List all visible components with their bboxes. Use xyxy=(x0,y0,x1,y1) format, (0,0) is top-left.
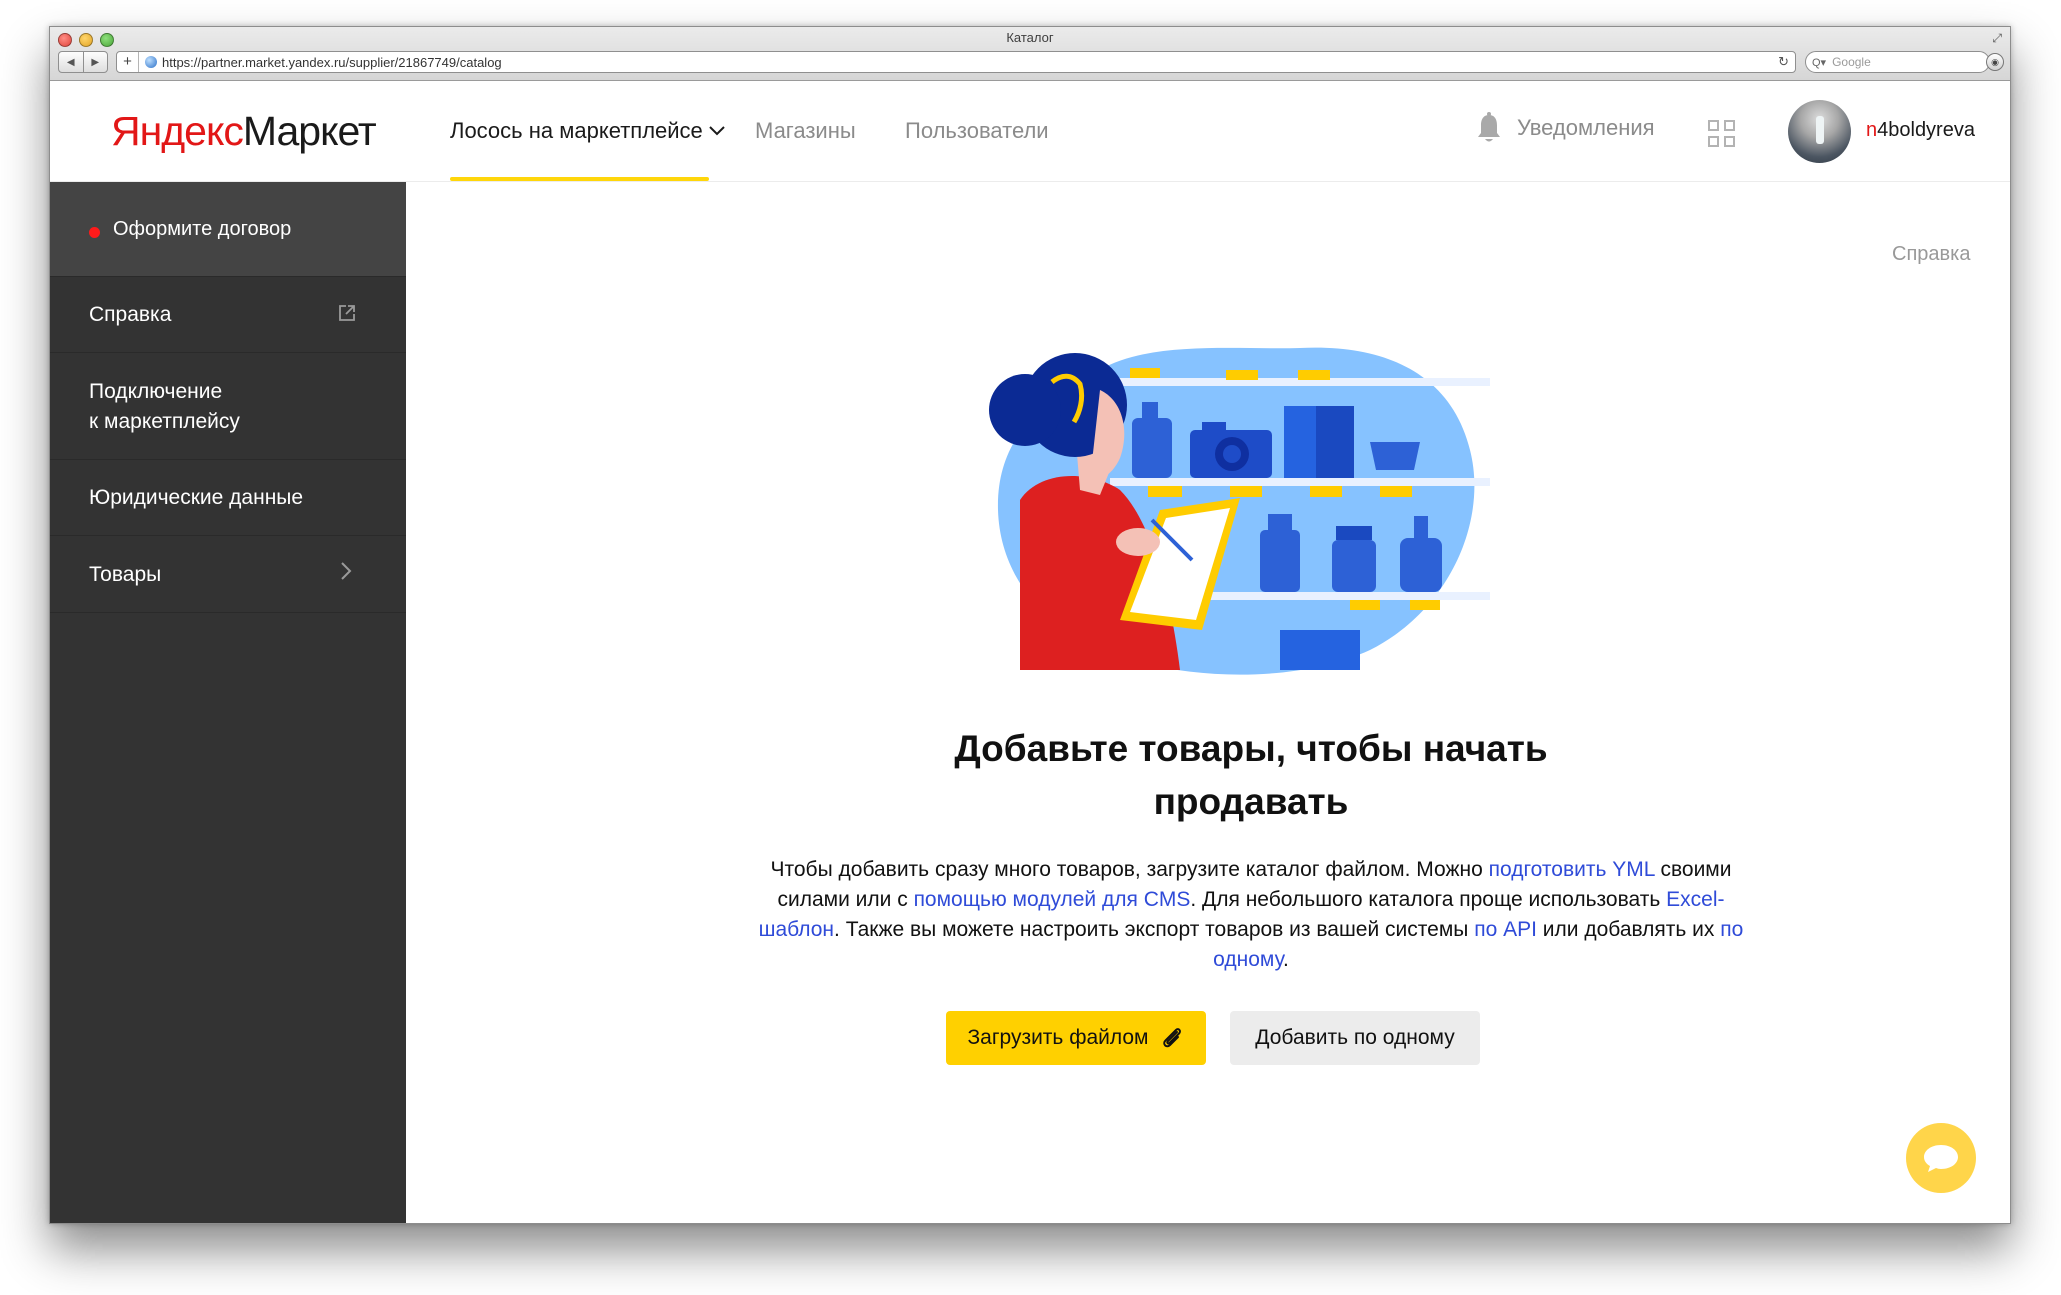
yandex-market-logo[interactable]: ЯндексМаркет xyxy=(111,108,377,155)
nav-active-indicator xyxy=(450,177,709,181)
notifications-button[interactable]: Уведомления xyxy=(1475,112,1655,144)
sidebar-item-label: Оформите договор xyxy=(113,218,292,240)
sidebar-item-help[interactable]: Справка xyxy=(50,277,406,353)
window-title: Каталог xyxy=(1006,30,1054,45)
reload-icon[interactable]: ↻ xyxy=(1778,54,1789,70)
upload-file-button[interactable]: Загрузить файлом xyxy=(946,1011,1206,1065)
upload-file-label: Загрузить файлом xyxy=(967,1026,1149,1049)
globe-icon xyxy=(145,56,157,68)
chat-button[interactable] xyxy=(1906,1123,1976,1193)
sidebar-item-connect[interactable]: Подключение к маркетплейсу xyxy=(50,353,406,460)
chat-bubble-icon xyxy=(1924,1145,1958,1172)
url-text[interactable]: https://partner.market.yandex.ru/supplie… xyxy=(162,55,502,70)
paperclip-icon xyxy=(1162,1028,1181,1048)
search-icon: Q▾ xyxy=(1812,56,1827,69)
browser-toolbar: Каталог ⤢ ◀ ▶ + https://partner.market.y… xyxy=(50,27,2010,81)
logo-yandex: Яндекс xyxy=(111,108,244,154)
sidebar-item-label: Товары xyxy=(89,563,162,586)
sidebar-item-contract[interactable]: Оформите договор xyxy=(50,182,406,277)
sidebar: Оформите договор Справка Подключение к м… xyxy=(50,182,406,1223)
fullscreen-icon[interactable]: ⤢ xyxy=(1992,31,2002,46)
nav-shops[interactable]: Магазины xyxy=(755,118,856,144)
link-cms-modules[interactable]: помощью модулей для CMS xyxy=(914,888,1191,911)
back-button[interactable]: ◀ xyxy=(59,52,84,72)
page-description: Чтобы добавить сразу много товаров, загр… xyxy=(758,858,1744,971)
search-field[interactable]: Q▾ Google xyxy=(1805,51,1990,73)
help-link[interactable]: Справка xyxy=(1892,243,1970,266)
external-link-icon xyxy=(339,305,355,321)
history-nav: ◀ ▶ xyxy=(58,51,108,73)
bell-icon xyxy=(1478,112,1500,142)
address-bar[interactable]: + https://partner.market.yandex.ru/suppl… xyxy=(116,51,1796,73)
link-prepare-yml[interactable]: подготовить YML xyxy=(1489,858,1655,881)
nav-business-dropdown[interactable]: Лосось на маркетплейсе xyxy=(450,118,725,144)
site-header: ЯндексМаркет Лосось на маркетплейсе Мага… xyxy=(50,82,2010,182)
status-dot-icon xyxy=(89,227,100,238)
forward-button[interactable]: ▶ xyxy=(84,52,108,72)
browser-window: Каталог ⤢ ◀ ▶ + https://partner.market.y… xyxy=(49,26,2011,1224)
search-placeholder: Google xyxy=(1832,55,1871,69)
chevron-down-icon xyxy=(709,120,725,141)
add-bookmark-icon[interactable]: + xyxy=(117,52,139,72)
page-title: Добавьте товары, чтобы начать продавать xyxy=(954,728,1548,822)
sidebar-item-legal[interactable]: Юридические данные xyxy=(50,460,406,536)
add-one-button[interactable]: Добавить по одному xyxy=(1230,1011,1480,1065)
logo-market: Маркет xyxy=(242,108,377,154)
link-api[interactable]: по API xyxy=(1474,918,1537,941)
notifications-label: Уведомления xyxy=(1517,115,1655,140)
apps-grid-icon[interactable] xyxy=(1708,120,1736,148)
username[interactable]: n4boldyreva xyxy=(1866,119,1975,142)
sidebar-item-label: Подключение к маркетплейсу xyxy=(89,380,240,433)
nav-users[interactable]: Пользователи xyxy=(905,118,1049,144)
chevron-right-icon xyxy=(340,560,352,588)
avatar[interactable] xyxy=(1788,100,1851,163)
nav-business-label: Лосось на маркетплейсе xyxy=(450,118,703,143)
sidebar-item-label: Юридические данные xyxy=(89,486,304,509)
reader-icon[interactable]: ◉ xyxy=(1986,53,2004,71)
sidebar-item-label: Справка xyxy=(89,303,172,326)
sidebar-item-goods[interactable]: Товары xyxy=(50,536,406,613)
catalog-illustration xyxy=(989,347,1490,675)
